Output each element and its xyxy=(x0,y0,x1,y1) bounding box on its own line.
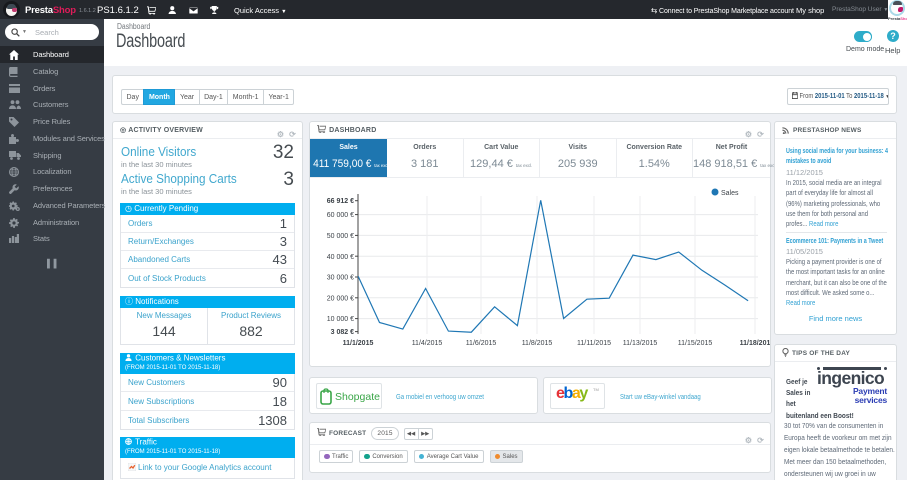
svg-text:11/15/2015: 11/15/2015 xyxy=(678,340,713,347)
svg-text:50 000 €: 50 000 € xyxy=(327,233,354,240)
svg-text:11/6/2015: 11/6/2015 xyxy=(466,340,497,347)
svg-text:11/8/2015: 11/8/2015 xyxy=(522,340,553,347)
svg-text:3 082 €: 3 082 € xyxy=(331,329,354,336)
svg-text:30 000 €: 30 000 € xyxy=(327,275,354,282)
svg-text:Sales: Sales xyxy=(721,190,739,197)
svg-text:11/11/2015: 11/11/2015 xyxy=(577,340,611,347)
svg-text:60 000 €: 60 000 € xyxy=(327,212,354,219)
svg-text:11/4/2015: 11/4/2015 xyxy=(412,340,443,347)
svg-text:10 000 €: 10 000 € xyxy=(327,316,354,323)
svg-text:11/18/201: 11/18/201 xyxy=(740,340,770,347)
svg-text:11/13/2015: 11/13/2015 xyxy=(623,340,658,347)
svg-text:20 000 €: 20 000 € xyxy=(327,296,354,303)
svg-text:40 000 €: 40 000 € xyxy=(327,254,354,261)
svg-text:66 912 €: 66 912 € xyxy=(327,198,354,205)
svg-text:11/1/2015: 11/1/2015 xyxy=(343,340,374,347)
